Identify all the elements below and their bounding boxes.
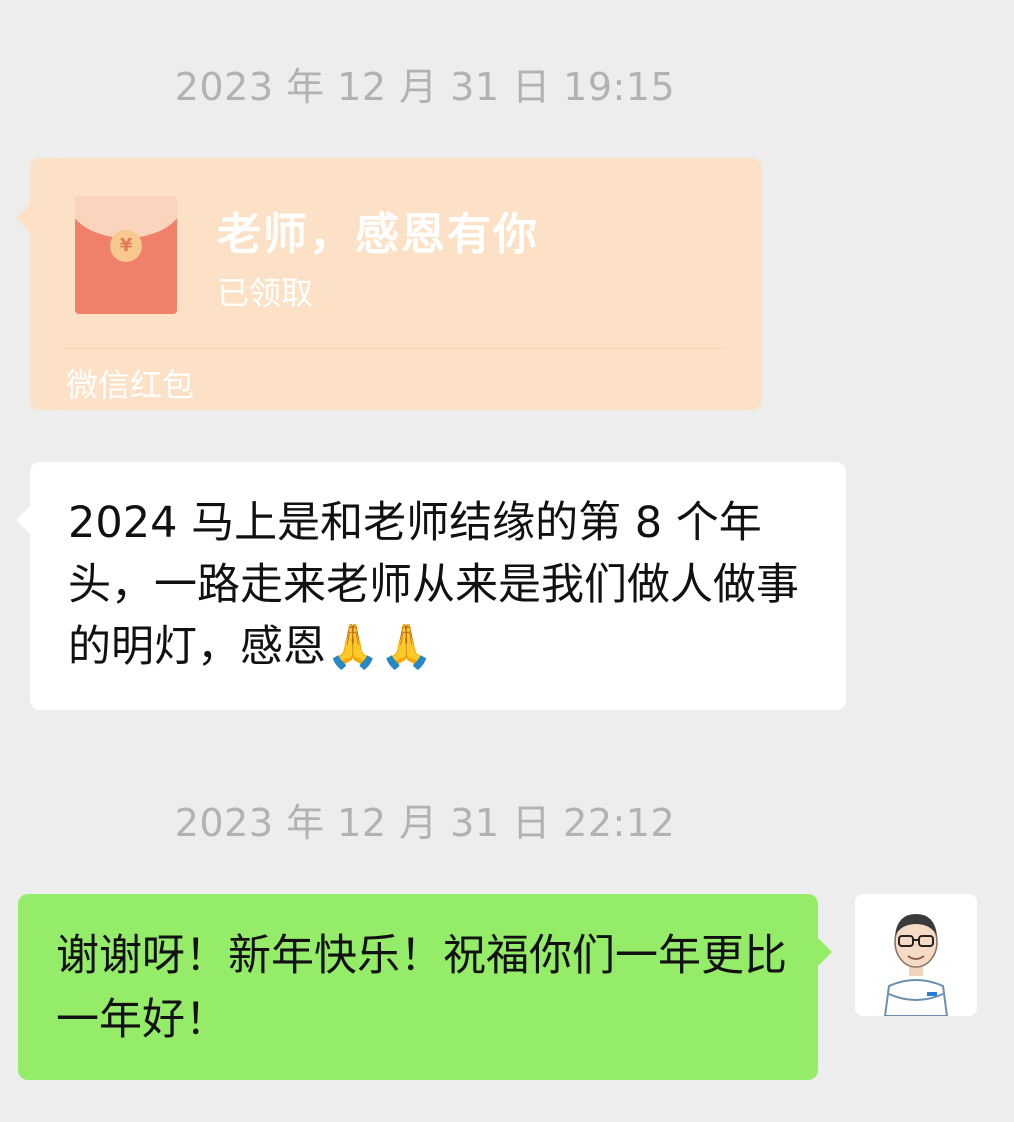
message-text: 2024 马上是和老师结缘的第 8 个年头，一路走来老师从来是我们做人做事的明灯… xyxy=(68,498,799,672)
red-envelope-icon: ¥ xyxy=(75,196,177,314)
outgoing-message-bubble[interactable]: 谢谢呀！新年快乐！祝福你们一年更比一年好！ xyxy=(18,894,832,1080)
red-packet-title: 老师，感恩有你 xyxy=(217,209,539,260)
red-packet-message[interactable]: ¥ 老师，感恩有你 已领取 微信红包 xyxy=(16,158,762,410)
message-timestamp: 2023 年 12 月 31 日 19:15 xyxy=(174,65,676,109)
avatar[interactable] xyxy=(855,894,977,1016)
message-timestamp: 2023 年 12 月 31 日 22:12 xyxy=(174,801,676,845)
divider xyxy=(64,348,722,349)
red-packet-status: 已领取 xyxy=(217,274,314,312)
teacher-avatar-icon xyxy=(855,894,977,1016)
incoming-message-bubble[interactable]: 2024 马上是和老师结缘的第 8 个年头，一路走来老师从来是我们做人做事的明灯… xyxy=(16,462,846,710)
chat-window: 2023 年 12 月 31 日 19:15 ¥ 老师，感恩有你 已领取 微信红… xyxy=(0,0,1014,1122)
red-packet-footer: 微信红包 xyxy=(66,366,195,404)
message-text: 谢谢呀！新年快乐！祝福你们一年更比一年好！ xyxy=(56,931,787,1045)
